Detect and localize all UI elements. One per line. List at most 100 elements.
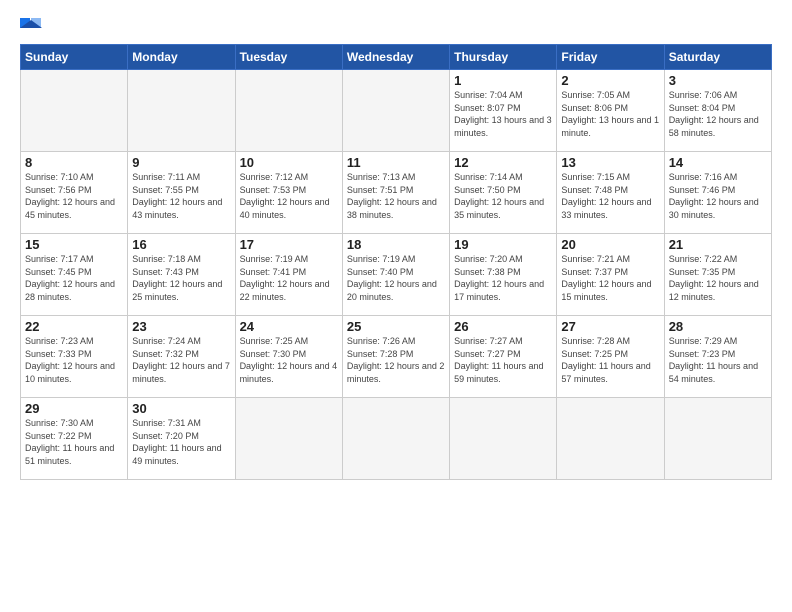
day-number: 19 <box>454 237 552 252</box>
weekday-header-wednesday: Wednesday <box>342 45 449 70</box>
day-info: Sunrise: 7:12 AMSunset: 7:53 PMDaylight:… <box>240 172 330 220</box>
day-number: 22 <box>25 319 123 334</box>
calendar-cell: 16 Sunrise: 7:18 AMSunset: 7:43 PMDaylig… <box>128 234 235 316</box>
day-info: Sunrise: 7:16 AMSunset: 7:46 PMDaylight:… <box>669 172 759 220</box>
calendar-cell: 12 Sunrise: 7:14 AMSunset: 7:50 PMDaylig… <box>450 152 557 234</box>
day-info: Sunrise: 7:05 AMSunset: 8:06 PMDaylight:… <box>561 90 659 138</box>
day-number: 27 <box>561 319 659 334</box>
calendar-cell: 19 Sunrise: 7:20 AMSunset: 7:38 PMDaylig… <box>450 234 557 316</box>
day-number: 18 <box>347 237 445 252</box>
calendar-cell: 25 Sunrise: 7:26 AMSunset: 7:28 PMDaylig… <box>342 316 449 398</box>
day-number: 8 <box>25 155 123 170</box>
calendar-cell: 1 Sunrise: 7:04 AMSunset: 8:07 PMDayligh… <box>450 70 557 152</box>
calendar-cell <box>128 70 235 152</box>
day-number: 26 <box>454 319 552 334</box>
weekday-header-saturday: Saturday <box>664 45 771 70</box>
calendar-cell: 22 Sunrise: 7:23 AMSunset: 7:33 PMDaylig… <box>21 316 128 398</box>
weekday-header-thursday: Thursday <box>450 45 557 70</box>
day-number: 24 <box>240 319 338 334</box>
header <box>20 18 772 36</box>
day-number: 25 <box>347 319 445 334</box>
calendar-cell: 2 Sunrise: 7:05 AMSunset: 8:06 PMDayligh… <box>557 70 664 152</box>
day-info: Sunrise: 7:28 AMSunset: 7:25 PMDaylight:… <box>561 336 650 384</box>
calendar-cell: 10 Sunrise: 7:12 AMSunset: 7:53 PMDaylig… <box>235 152 342 234</box>
day-number: 9 <box>132 155 230 170</box>
calendar-cell: 14 Sunrise: 7:16 AMSunset: 7:46 PMDaylig… <box>664 152 771 234</box>
calendar-week-1: 1 Sunrise: 7:04 AMSunset: 8:07 PMDayligh… <box>21 70 772 152</box>
logo <box>20 18 44 36</box>
day-number: 12 <box>454 155 552 170</box>
day-info: Sunrise: 7:20 AMSunset: 7:38 PMDaylight:… <box>454 254 544 302</box>
calendar-week-4: 22 Sunrise: 7:23 AMSunset: 7:33 PMDaylig… <box>21 316 772 398</box>
calendar-cell: 15 Sunrise: 7:17 AMSunset: 7:45 PMDaylig… <box>21 234 128 316</box>
calendar-cell: 21 Sunrise: 7:22 AMSunset: 7:35 PMDaylig… <box>664 234 771 316</box>
day-info: Sunrise: 7:29 AMSunset: 7:23 PMDaylight:… <box>669 336 758 384</box>
day-number: 1 <box>454 73 552 88</box>
calendar-cell: 28 Sunrise: 7:29 AMSunset: 7:23 PMDaylig… <box>664 316 771 398</box>
day-info: Sunrise: 7:22 AMSunset: 7:35 PMDaylight:… <box>669 254 759 302</box>
calendar-cell: 30 Sunrise: 7:31 AMSunset: 7:20 PMDaylig… <box>128 398 235 480</box>
calendar-cell: 3 Sunrise: 7:06 AMSunset: 8:04 PMDayligh… <box>664 70 771 152</box>
day-number: 11 <box>347 155 445 170</box>
calendar-page: SundayMondayTuesdayWednesdayThursdayFrid… <box>0 0 792 612</box>
day-number: 10 <box>240 155 338 170</box>
day-number: 2 <box>561 73 659 88</box>
weekday-header-row: SundayMondayTuesdayWednesdayThursdayFrid… <box>21 45 772 70</box>
calendar-cell <box>21 70 128 152</box>
day-number: 29 <box>25 401 123 416</box>
weekday-header-monday: Monday <box>128 45 235 70</box>
day-number: 13 <box>561 155 659 170</box>
day-info: Sunrise: 7:25 AMSunset: 7:30 PMDaylight:… <box>240 336 338 384</box>
calendar-table: SundayMondayTuesdayWednesdayThursdayFrid… <box>20 44 772 480</box>
calendar-cell <box>450 398 557 480</box>
day-number: 20 <box>561 237 659 252</box>
day-info: Sunrise: 7:18 AMSunset: 7:43 PMDaylight:… <box>132 254 222 302</box>
day-info: Sunrise: 7:21 AMSunset: 7:37 PMDaylight:… <box>561 254 651 302</box>
weekday-header-friday: Friday <box>557 45 664 70</box>
day-number: 30 <box>132 401 230 416</box>
weekday-header-tuesday: Tuesday <box>235 45 342 70</box>
day-info: Sunrise: 7:27 AMSunset: 7:27 PMDaylight:… <box>454 336 543 384</box>
calendar-cell: 27 Sunrise: 7:28 AMSunset: 7:25 PMDaylig… <box>557 316 664 398</box>
calendar-cell <box>235 398 342 480</box>
calendar-cell: 17 Sunrise: 7:19 AMSunset: 7:41 PMDaylig… <box>235 234 342 316</box>
day-info: Sunrise: 7:31 AMSunset: 7:20 PMDaylight:… <box>132 418 221 466</box>
calendar-cell <box>342 70 449 152</box>
calendar-cell <box>342 398 449 480</box>
day-info: Sunrise: 7:10 AMSunset: 7:56 PMDaylight:… <box>25 172 115 220</box>
calendar-week-5: 29 Sunrise: 7:30 AMSunset: 7:22 PMDaylig… <box>21 398 772 480</box>
day-info: Sunrise: 7:13 AMSunset: 7:51 PMDaylight:… <box>347 172 437 220</box>
day-info: Sunrise: 7:19 AMSunset: 7:40 PMDaylight:… <box>347 254 437 302</box>
weekday-header-sunday: Sunday <box>21 45 128 70</box>
calendar-cell <box>235 70 342 152</box>
day-info: Sunrise: 7:30 AMSunset: 7:22 PMDaylight:… <box>25 418 114 466</box>
calendar-week-2: 8 Sunrise: 7:10 AMSunset: 7:56 PMDayligh… <box>21 152 772 234</box>
calendar-cell: 29 Sunrise: 7:30 AMSunset: 7:22 PMDaylig… <box>21 398 128 480</box>
day-number: 23 <box>132 319 230 334</box>
calendar-cell: 26 Sunrise: 7:27 AMSunset: 7:27 PMDaylig… <box>450 316 557 398</box>
calendar-cell: 20 Sunrise: 7:21 AMSunset: 7:37 PMDaylig… <box>557 234 664 316</box>
calendar-cell: 18 Sunrise: 7:19 AMSunset: 7:40 PMDaylig… <box>342 234 449 316</box>
calendar-cell: 9 Sunrise: 7:11 AMSunset: 7:55 PMDayligh… <box>128 152 235 234</box>
day-number: 17 <box>240 237 338 252</box>
day-info: Sunrise: 7:24 AMSunset: 7:32 PMDaylight:… <box>132 336 230 384</box>
day-info: Sunrise: 7:04 AMSunset: 8:07 PMDaylight:… <box>454 90 552 138</box>
day-number: 14 <box>669 155 767 170</box>
calendar-cell <box>664 398 771 480</box>
day-info: Sunrise: 7:19 AMSunset: 7:41 PMDaylight:… <box>240 254 330 302</box>
calendar-cell: 11 Sunrise: 7:13 AMSunset: 7:51 PMDaylig… <box>342 152 449 234</box>
day-info: Sunrise: 7:15 AMSunset: 7:48 PMDaylight:… <box>561 172 651 220</box>
calendar-week-3: 15 Sunrise: 7:17 AMSunset: 7:45 PMDaylig… <box>21 234 772 316</box>
day-info: Sunrise: 7:06 AMSunset: 8:04 PMDaylight:… <box>669 90 759 138</box>
calendar-cell <box>557 398 664 480</box>
calendar-cell: 24 Sunrise: 7:25 AMSunset: 7:30 PMDaylig… <box>235 316 342 398</box>
calendar-cell: 8 Sunrise: 7:10 AMSunset: 7:56 PMDayligh… <box>21 152 128 234</box>
day-info: Sunrise: 7:26 AMSunset: 7:28 PMDaylight:… <box>347 336 445 384</box>
day-number: 3 <box>669 73 767 88</box>
day-number: 21 <box>669 237 767 252</box>
day-info: Sunrise: 7:23 AMSunset: 7:33 PMDaylight:… <box>25 336 115 384</box>
calendar-cell: 13 Sunrise: 7:15 AMSunset: 7:48 PMDaylig… <box>557 152 664 234</box>
logo-icon <box>20 18 42 36</box>
day-number: 15 <box>25 237 123 252</box>
day-number: 28 <box>669 319 767 334</box>
